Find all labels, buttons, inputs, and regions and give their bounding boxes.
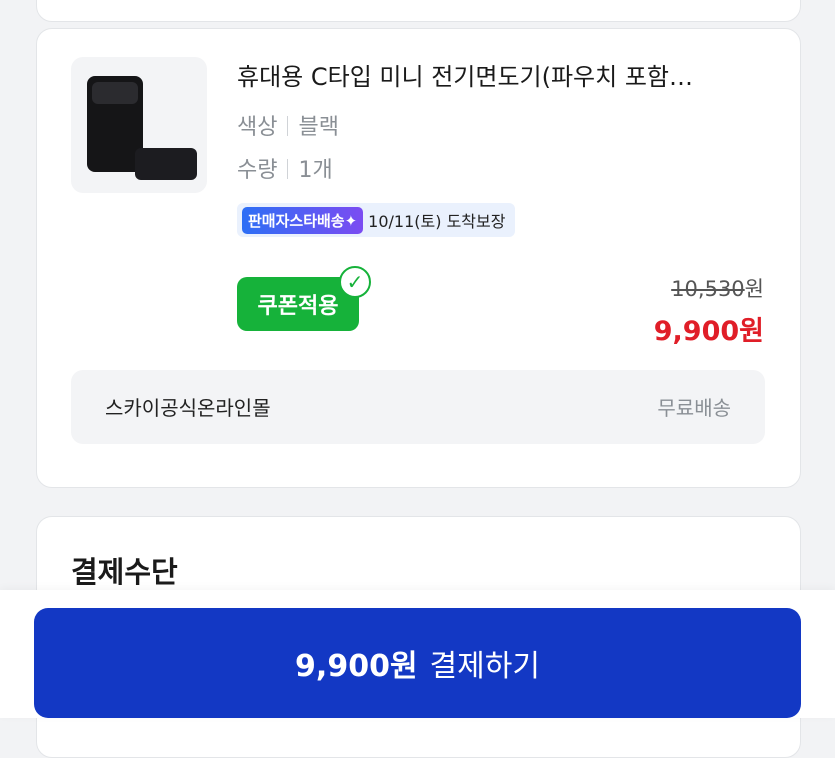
shaver-head — [92, 82, 138, 104]
pouch-image — [135, 148, 197, 180]
option-value: 1개 — [298, 158, 333, 183]
divider — [287, 159, 289, 179]
option-value: 블랙 — [298, 115, 339, 140]
previous-card-edge — [36, 0, 801, 22]
original-price: 10,530원 — [671, 273, 764, 303]
original-price-value: 10,530 — [671, 277, 745, 301]
product-title[interactable]: 휴대용 C타입 미니 전기면도기(파우치 포함… — [237, 61, 757, 93]
product-thumbnail[interactable] — [71, 57, 207, 193]
checkmark-icon: ✓ — [339, 266, 371, 298]
bottom-action-bar: 9,900원 결제하기 — [0, 590, 835, 718]
seller-row[interactable]: 스카이공식온라인몰 무료배송 — [71, 370, 765, 444]
delivery-date: 10/11(토) 도착보장 — [368, 212, 506, 231]
pay-amount: 9,900원 — [295, 649, 418, 684]
pay-button[interactable]: 9,900원 결제하기 — [34, 608, 801, 718]
option-label: 색상 — [237, 115, 278, 140]
shipping-fee: 무료배송 — [657, 396, 731, 420]
delivery-guarantee: 판매자스타배송✦ 10/11(토) 도착보장 — [237, 203, 516, 237]
option-quantity: 수량 1개 — [237, 152, 333, 184]
seller-name: 스카이공식온라인몰 — [105, 396, 271, 420]
original-price-unit: 원 — [744, 277, 764, 301]
option-color: 색상 블랙 — [237, 109, 339, 141]
section-title: 결제수단 — [71, 555, 178, 589]
seller-star-delivery-badge: 판매자스타배송✦ — [242, 206, 364, 234]
order-item-card: 휴대용 C타입 미니 전기면도기(파우치 포함… 색상 블랙 수량 1개 판매자스타… — [36, 28, 801, 488]
sale-price: 9,900원 — [653, 316, 764, 347]
divider — [287, 116, 289, 136]
pay-label: 결제하기 — [429, 649, 540, 684]
option-label: 수량 — [237, 158, 278, 183]
